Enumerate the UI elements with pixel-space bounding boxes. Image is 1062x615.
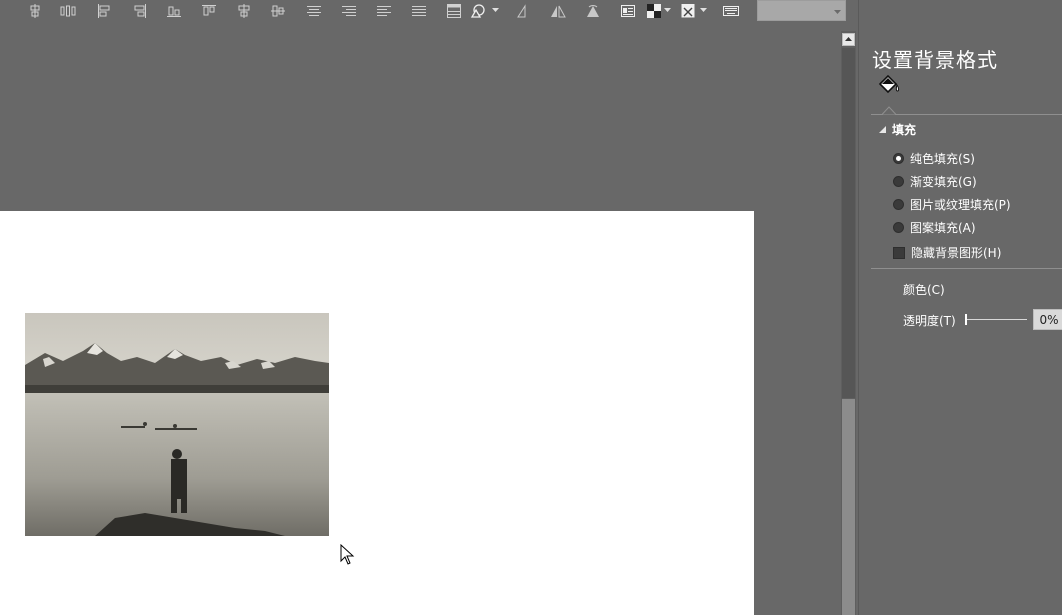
distribute-vertical-icon[interactable] <box>60 3 76 19</box>
shape-icon[interactable] <box>470 3 486 19</box>
radio-button-selected[interactable] <box>893 153 904 164</box>
align-left-icon[interactable] <box>96 3 112 19</box>
radio-button[interactable] <box>893 199 904 210</box>
align-middle-icon[interactable] <box>270 3 286 19</box>
vertical-scrollbar[interactable] <box>841 31 856 615</box>
pattern-fill-option[interactable]: 图案填充(A) <box>893 219 976 236</box>
align-center-vertical-icon[interactable] <box>236 3 252 19</box>
text-right-icon[interactable] <box>341 3 357 19</box>
color-label[interactable]: 颜色(C) <box>903 281 945 298</box>
transparency-label: 透明度(T) <box>903 314 956 328</box>
flip-left-icon[interactable] <box>515 3 531 19</box>
landscape-photo[interactable] <box>25 313 329 536</box>
gradient-fill-label: 渐变填充(G) <box>910 175 977 189</box>
fill-color-icon[interactable] <box>646 3 662 19</box>
scrollbar-track[interactable] <box>842 48 855 398</box>
slide-canvas[interactable] <box>0 211 754 615</box>
pane-title: 设置背景格式 <box>872 48 998 72</box>
align-right-icon[interactable] <box>132 3 148 19</box>
solid-fill-label: 纯色填充(S) <box>910 152 975 166</box>
collapse-triangle-icon <box>879 126 886 133</box>
font-dropdown[interactable] <box>757 0 846 21</box>
mouse-pointer-icon <box>340 544 356 566</box>
text-center-icon[interactable] <box>306 3 322 19</box>
fill-section-label: 填充 <box>892 123 917 137</box>
hide-background-graphics-option[interactable]: 隐藏背景图形(H) <box>893 244 1001 261</box>
checkbox[interactable] <box>893 246 905 259</box>
align-top-icon[interactable] <box>27 3 43 19</box>
table-icon[interactable] <box>446 3 462 19</box>
fill-section-header[interactable]: 填充 <box>879 121 916 138</box>
section-divider <box>871 268 1062 269</box>
textbox-icon[interactable] <box>620 3 636 19</box>
toolbar <box>0 0 880 24</box>
text-left-icon[interactable] <box>376 3 392 19</box>
crop-icon[interactable] <box>680 3 696 19</box>
transparency-slider[interactable] <box>965 313 1027 326</box>
rotate-icon[interactable] <box>585 3 601 19</box>
format-background-pane: 设置背景格式 填充 纯色填充(S) 渐变填充(G) 图片或纹理填充(P) 图案填… <box>858 0 1062 615</box>
picture-texture-fill-option[interactable]: 图片或纹理填充(P) <box>893 196 1011 213</box>
paint-bucket-icon[interactable] <box>877 74 903 96</box>
crop-dropdown-caret-icon[interactable] <box>700 6 707 13</box>
tab-indicator-icon <box>882 106 896 115</box>
scrollbar-thumb[interactable] <box>842 399 855 615</box>
pattern-fill-label: 图案填充(A) <box>910 221 976 235</box>
align-bottom-icon[interactable] <box>166 3 182 19</box>
text-justify-icon[interactable] <box>411 3 427 19</box>
slider-track[interactable] <box>965 319 1027 320</box>
fill-color-dropdown-caret-icon[interactable] <box>664 6 671 13</box>
hide-background-graphics-label: 隐藏背景图形(H) <box>911 246 1002 260</box>
radio-button[interactable] <box>893 222 904 233</box>
tab-underline <box>871 114 1062 115</box>
gradient-fill-option[interactable]: 渐变填充(G) <box>893 173 977 190</box>
align-top-edge-icon[interactable] <box>201 3 217 19</box>
picture-texture-fill-label: 图片或纹理填充(P) <box>910 198 1011 212</box>
chevron-down-icon <box>834 8 841 15</box>
scroll-up-arrow-icon[interactable] <box>842 33 855 46</box>
shape-dropdown-caret-icon[interactable] <box>492 6 499 13</box>
keyboard-icon[interactable] <box>723 3 739 19</box>
radio-button[interactable] <box>893 176 904 187</box>
slider-thumb[interactable] <box>965 314 967 325</box>
flip-horizontal-icon[interactable] <box>550 3 566 19</box>
transparency-value-field[interactable]: 0% <box>1033 309 1062 330</box>
solid-fill-option[interactable]: 纯色填充(S) <box>893 150 975 167</box>
